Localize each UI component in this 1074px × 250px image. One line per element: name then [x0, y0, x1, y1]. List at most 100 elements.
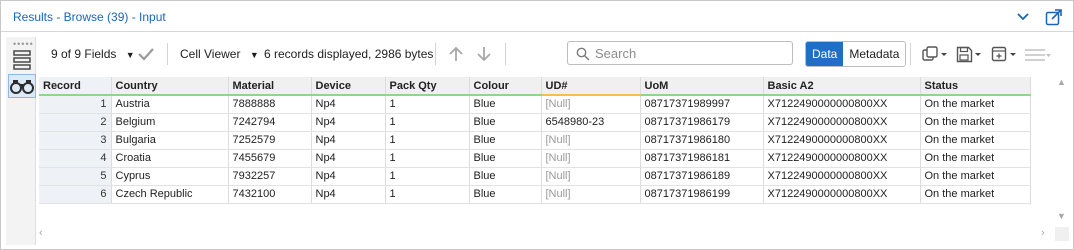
horizontal-scrollbar[interactable]: ‹ ›	[39, 227, 1055, 241]
cell-uom[interactable]: 08717371989997	[640, 95, 764, 114]
tab-metadata[interactable]: Metadata	[843, 42, 906, 66]
cell-colour[interactable]: Blue	[469, 185, 542, 204]
cell-status[interactable]: On the market	[920, 95, 1031, 114]
cell-basic-a2[interactable]: X7122490000000800XX	[763, 185, 921, 204]
cell-colour[interactable]: Blue	[469, 95, 542, 114]
table-row[interactable]: 5 Cyprus 7932257 Np4 1 Blue [Null] 087173719861…	[39, 167, 1031, 186]
cell-material[interactable]: 7455679	[228, 149, 312, 168]
cell-uom[interactable]: 08717371986181	[640, 149, 764, 168]
cell-record[interactable]: 1	[39, 95, 112, 114]
cell-status[interactable]: On the market	[920, 185, 1031, 204]
arrow-down-icon[interactable]	[475, 45, 493, 63]
cell-viewer-selector[interactable]: Cell Viewer ▼	[180, 47, 259, 61]
column-header-colour[interactable]: Colour	[469, 77, 542, 96]
cell-ud[interactable]: [Null]	[541, 131, 641, 150]
cell-material[interactable]: 7242794	[228, 113, 312, 132]
cell-country[interactable]: Austria	[111, 95, 229, 114]
cell-uom[interactable]: 08717371986199	[640, 185, 764, 204]
scroll-up-icon[interactable]: ▲	[1057, 77, 1066, 87]
cell-ud[interactable]: 6548980-23	[541, 113, 641, 132]
cell-status[interactable]: On the market	[920, 113, 1031, 132]
save-dropdown-icon[interactable]	[956, 45, 982, 63]
add-column-dropdown-icon[interactable]	[991, 45, 1017, 63]
cell-device[interactable]: Np4	[311, 185, 386, 204]
cell-uom[interactable]: 08717371986189	[640, 167, 764, 186]
cell-uom[interactable]: 08717371986179	[640, 113, 764, 132]
cell-material[interactable]: 7432100	[228, 185, 312, 204]
cell-pack-qty[interactable]: 1	[385, 113, 470, 132]
chevron-down-icon[interactable]	[1014, 8, 1032, 26]
drag-grip-icon[interactable]: •••••	[13, 39, 34, 49]
table-row[interactable]: 6 Czech Republic 7432100 Np4 1 Blue [Null] 0871…	[39, 185, 1031, 204]
cell-device[interactable]: Np4	[311, 167, 386, 186]
column-header-basic-a2[interactable]: Basic A2	[763, 77, 921, 96]
cell-country[interactable]: Croatia	[111, 149, 229, 168]
cell-basic-a2[interactable]: X7122490000000800XX	[763, 149, 921, 168]
cell-colour[interactable]: Blue	[469, 131, 542, 150]
cell-status[interactable]: On the market	[920, 167, 1031, 186]
cell-country[interactable]: Belgium	[111, 113, 229, 132]
toolbar: 9 of 9 Fields ▼ Cell Viewer ▼ 6 records …	[39, 37, 1073, 71]
cell-country[interactable]: Bulgaria	[111, 131, 229, 150]
column-header-material[interactable]: Material	[228, 77, 312, 96]
table-row[interactable]: 3 Bulgaria 7252579 Np4 1 Blue [Null] 0871737198…	[39, 131, 1031, 150]
scroll-right-icon[interactable]: ›	[1041, 227, 1045, 239]
table-row[interactable]: 2 Belgium 7242794 Np4 1 Blue 6548980-23 0871737…	[39, 113, 1031, 132]
search-input[interactable]	[593, 44, 783, 62]
fields-selector[interactable]: 9 of 9 Fields ▼	[51, 47, 135, 61]
cell-colour[interactable]: Blue	[469, 149, 542, 168]
browse-binoculars-button[interactable]	[8, 74, 36, 98]
vertical-scrollbar[interactable]: ▲ ▼	[1055, 77, 1069, 227]
cell-device[interactable]: Np4	[311, 95, 386, 114]
cell-basic-a2[interactable]: X7122490000000800XX	[763, 167, 921, 186]
cell-record[interactable]: 3	[39, 131, 112, 150]
cell-material[interactable]: 7932257	[228, 167, 312, 186]
cell-pack-qty[interactable]: 1	[385, 131, 470, 150]
cell-ud[interactable]: [Null]	[541, 185, 641, 204]
menu-lines-icon[interactable]	[1023, 46, 1051, 62]
scroll-left-icon[interactable]: ‹	[39, 227, 43, 239]
column-header-country[interactable]: Country	[111, 77, 229, 96]
column-header-device[interactable]: Device	[311, 77, 386, 96]
cell-device[interactable]: Np4	[311, 149, 386, 168]
cell-ud[interactable]: [Null]	[541, 95, 641, 114]
cell-pack-qty[interactable]: 1	[385, 185, 470, 204]
cell-status[interactable]: On the market	[920, 149, 1031, 168]
cell-record[interactable]: 4	[39, 149, 112, 168]
cell-pack-qty[interactable]: 1	[385, 167, 470, 186]
cell-material[interactable]: 7252579	[228, 131, 312, 150]
cell-status[interactable]: On the market	[920, 131, 1031, 150]
cell-basic-a2[interactable]: X7122490000000800XX	[763, 131, 921, 150]
checkmark-icon[interactable]	[137, 46, 155, 62]
column-header-pack-qty[interactable]: Pack Qty	[385, 77, 470, 96]
arrow-up-icon[interactable]	[447, 45, 465, 63]
cell-record[interactable]: 5	[39, 167, 112, 186]
cell-basic-a2[interactable]: X7122490000000800XX	[763, 95, 921, 114]
cell-basic-a2[interactable]: X7122490000000800XX	[763, 113, 921, 132]
table-row[interactable]: 4 Croatia 7455679 Np4 1 Blue [Null] 08717371986…	[39, 149, 1031, 168]
cell-pack-qty[interactable]: 1	[385, 149, 470, 168]
cell-material[interactable]: 7888888	[228, 95, 312, 114]
column-header-uom[interactable]: UoM	[640, 77, 764, 96]
cell-ud[interactable]: [Null]	[541, 149, 641, 168]
copy-dropdown-icon[interactable]	[922, 46, 948, 62]
column-header-record[interactable]: Record	[39, 77, 112, 96]
cell-pack-qty[interactable]: 1	[385, 95, 470, 114]
tab-data[interactable]: Data	[806, 42, 844, 66]
cell-country[interactable]: Czech Republic	[111, 185, 229, 204]
cell-device[interactable]: Np4	[311, 113, 386, 132]
cell-colour[interactable]: Blue	[469, 113, 542, 132]
cell-device[interactable]: Np4	[311, 131, 386, 150]
cell-record[interactable]: 2	[39, 113, 112, 132]
table-row[interactable]: 1 Austria 7888888 Np4 1 Blue [Null] 08717371989…	[39, 95, 1031, 114]
cell-record[interactable]: 6	[39, 185, 112, 204]
popout-window-icon[interactable]	[1044, 7, 1064, 27]
cell-uom[interactable]: 08717371986180	[640, 131, 764, 150]
cell-country[interactable]: Cyprus	[111, 167, 229, 186]
column-header-ud[interactable]: UD#	[541, 77, 641, 96]
scroll-down-icon[interactable]: ▼	[1057, 211, 1066, 221]
cell-ud[interactable]: [Null]	[541, 167, 641, 186]
column-header-status[interactable]: Status	[920, 77, 1031, 96]
table-rows-icon[interactable]	[13, 49, 31, 71]
cell-colour[interactable]: Blue	[469, 167, 542, 186]
